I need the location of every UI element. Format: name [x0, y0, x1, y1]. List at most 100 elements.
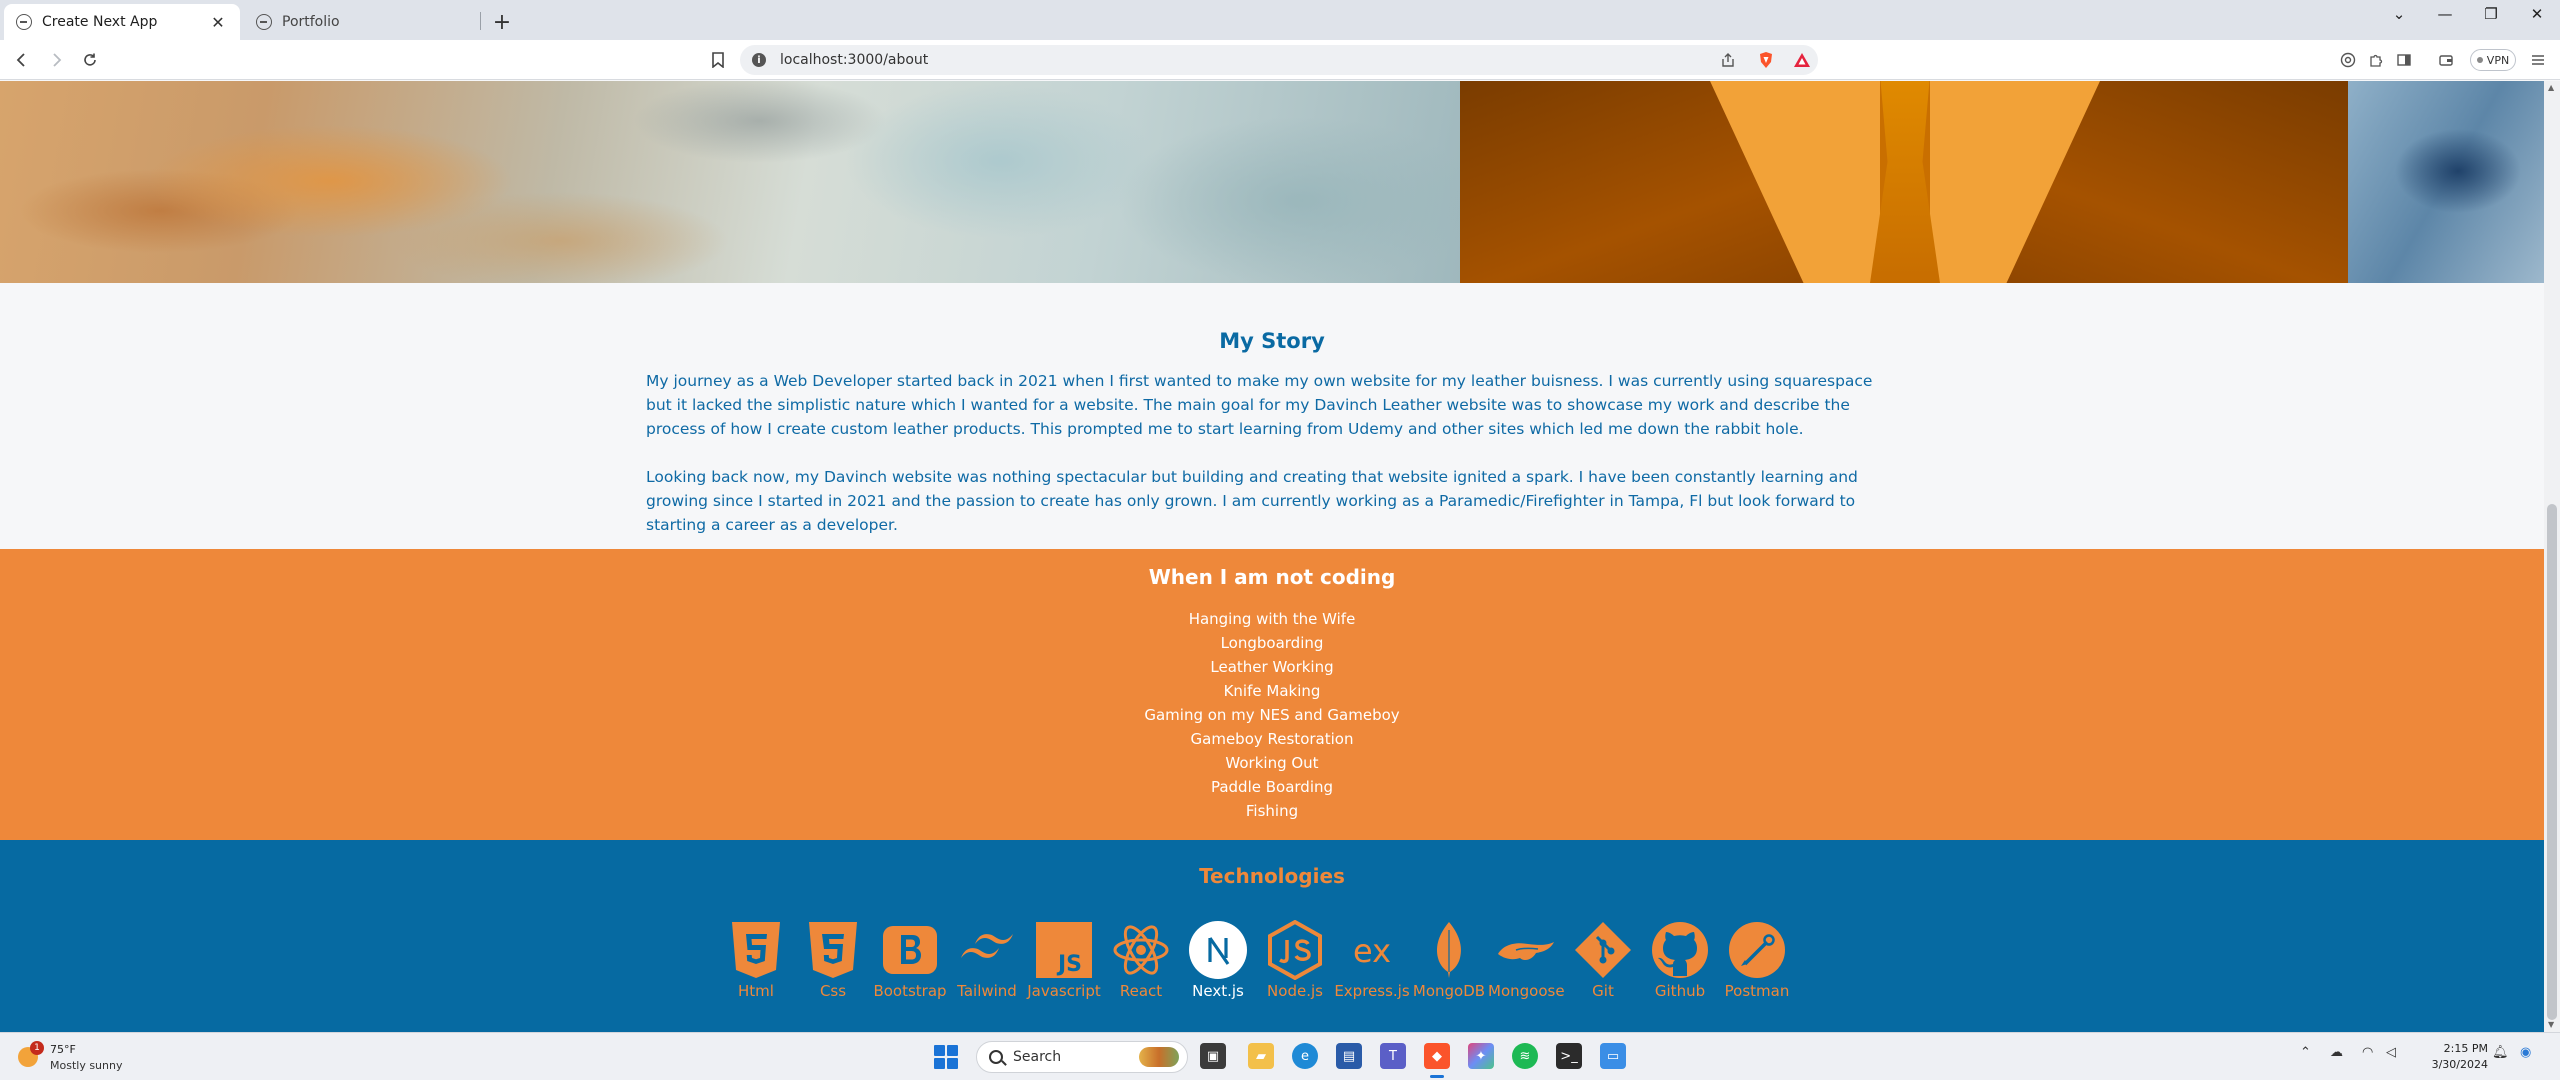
- taskbar-search[interactable]: Search: [976, 1041, 1188, 1073]
- show-hidden-icons-chevron-icon[interactable]: ⌃: [2300, 1045, 2311, 1060]
- task-view-icon[interactable]: ▣: [1200, 1043, 1226, 1069]
- restore-button[interactable]: ❐: [2474, 0, 2508, 28]
- active-app-indicator: [1430, 1075, 1444, 1078]
- tech-tailwind[interactable]: Tailwind: [949, 920, 1025, 1000]
- file-explorer-icon[interactable]: ▰: [1248, 1043, 1274, 1069]
- puzzle-extensions-icon[interactable]: [2364, 48, 2388, 72]
- copilot-icon[interactable]: ◉: [2520, 1045, 2531, 1060]
- tech-express[interactable]: ex Express.js: [1334, 920, 1410, 1000]
- my-story-section: My Story My journey as a Web Developer s…: [0, 283, 2544, 549]
- tech-nextjs[interactable]: Next.js: [1180, 920, 1256, 1000]
- tech-label: Next.js: [1192, 982, 1244, 1000]
- tech-label: Git: [1592, 982, 1614, 1000]
- postman-icon: [1729, 922, 1785, 978]
- hobby-item: Gameboy Restoration: [1190, 730, 1354, 748]
- forward-button[interactable]: [42, 46, 70, 74]
- hobby-item: Hanging with the Wife: [1188, 610, 1356, 628]
- teams-icon[interactable]: T: [1380, 1043, 1406, 1069]
- url-text[interactable]: localhost:3000/about: [780, 52, 928, 68]
- nodejs-icon: [1268, 920, 1322, 980]
- vpn-button[interactable]: VPN: [2470, 49, 2516, 71]
- scrollbar-thumb[interactable]: [2547, 504, 2557, 1020]
- onedrive-cloud-icon[interactable]: ☁: [2330, 1045, 2343, 1060]
- tech-label: Postman: [1724, 982, 1790, 1000]
- wallet-icon[interactable]: [2434, 48, 2458, 72]
- sidebar-icon[interactable]: [2392, 48, 2416, 72]
- address-bar[interactable]: i localhost:3000/about: [740, 45, 1818, 75]
- tech-label: Javascript: [1027, 982, 1101, 1000]
- minimize-button[interactable]: —: [2428, 0, 2462, 28]
- javascript-icon: JS: [1036, 922, 1092, 978]
- tech-postman[interactable]: Postman: [1719, 920, 1795, 1000]
- close-window-button[interactable]: ✕: [2520, 0, 2554, 28]
- git-icon: [1575, 922, 1631, 978]
- svg-text:JS: JS: [1056, 952, 1082, 977]
- brave-browser-icon[interactable]: ◆: [1424, 1043, 1450, 1069]
- page-viewport: My Story My journey as a Web Developer s…: [0, 81, 2544, 1032]
- volume-icon[interactable]: ◁: [2386, 1045, 2396, 1060]
- weather-widget[interactable]: 1 75°F Mostly sunny: [18, 1039, 178, 1075]
- hobby-item: Paddle Boarding: [1210, 778, 1334, 796]
- tech-label: Bootstrap: [873, 982, 947, 1000]
- tech-nodejs[interactable]: Node.js: [1257, 920, 1333, 1000]
- nextjs-icon: [1189, 921, 1247, 979]
- tech-css[interactable]: Css: [795, 920, 871, 1000]
- svg-text:ex: ex: [1353, 932, 1391, 970]
- taskbar-clock[interactable]: 2:15 PM 3/30/2024: [2418, 1041, 2488, 1073]
- scroll-down-arrow-icon[interactable]: ▼: [2548, 1020, 2554, 1029]
- notification-badge: 1: [30, 1041, 44, 1055]
- story-paragraph-1: My journey as a Web Developer started ba…: [646, 372, 1873, 438]
- react-icon: [1113, 925, 1169, 975]
- reload-button[interactable]: [76, 46, 104, 74]
- tab-search-dropdown-icon[interactable]: ⌄: [2382, 0, 2416, 28]
- extensions-wallet-icon[interactable]: [2336, 48, 2360, 72]
- tech-git[interactable]: Git: [1565, 920, 1641, 1000]
- scroll-up-arrow-icon[interactable]: ▲: [2548, 83, 2554, 92]
- wifi-icon[interactable]: ◠: [2362, 1045, 2373, 1060]
- brave-shields-icon[interactable]: [1754, 48, 1778, 72]
- technologies-section: Technologies Html Css Bootstrap Tailwind…: [0, 840, 2544, 1032]
- site-info-icon[interactable]: i: [752, 53, 766, 67]
- tech-mongoose[interactable]: Mongoose: [1488, 920, 1565, 1000]
- hero-banner: [0, 81, 2544, 283]
- browser-tab-strip: Create Next App ✕ Portfolio + ⌄ — ❐ ✕: [0, 0, 2560, 40]
- new-tab-button[interactable]: +: [488, 8, 516, 36]
- css3-icon: [809, 922, 857, 978]
- tech-bootstrap[interactable]: Bootstrap: [872, 920, 948, 1000]
- spotify-icon[interactable]: ≋: [1512, 1043, 1538, 1069]
- hobby-item: Knife Making: [1223, 682, 1321, 700]
- share-icon[interactable]: [1716, 48, 1740, 72]
- back-button[interactable]: [8, 46, 36, 74]
- tech-javascript[interactable]: JS Javascript: [1026, 920, 1102, 1000]
- menu-icon[interactable]: [2526, 48, 2550, 72]
- brave-rewards-icon[interactable]: [1790, 48, 1814, 72]
- tab-portfolio[interactable]: Portfolio: [244, 4, 480, 40]
- weather-condition: Mostly sunny: [50, 1059, 123, 1072]
- page-scrollbar[interactable]: ▲ ▼: [2544, 81, 2560, 1032]
- tab-divider: [480, 12, 481, 30]
- arrow-left-icon: [16, 53, 25, 67]
- globe-icon: [16, 14, 32, 30]
- edge-icon[interactable]: e: [1292, 1043, 1318, 1069]
- bookmark-button[interactable]: [706, 48, 730, 72]
- technologies-icon-row: Html Css Bootstrap Tailwind JS Javascrip…: [718, 920, 1848, 1012]
- taskbar-search-placeholder: Search: [1013, 1049, 1062, 1065]
- tech-label: Github: [1654, 982, 1706, 1000]
- github-icon: [1652, 922, 1708, 978]
- windows-start-icon[interactable]: [934, 1045, 958, 1069]
- close-tab-icon[interactable]: ✕: [208, 12, 228, 32]
- tech-html[interactable]: Html: [718, 920, 794, 1000]
- tech-github[interactable]: Github: [1642, 920, 1718, 1000]
- tab-create-next-app[interactable]: Create Next App ✕: [4, 4, 240, 40]
- store-icon[interactable]: ▤: [1336, 1043, 1362, 1069]
- app-window-icon[interactable]: ▭: [1600, 1043, 1626, 1069]
- tech-label: Node.js: [1267, 982, 1323, 1000]
- html5-icon: [732, 922, 780, 978]
- hobbies-section: When I am not coding Hanging with the Wi…: [0, 549, 2544, 840]
- notification-bell-icon[interactable]: 🔔︎: [2492, 1045, 2509, 1060]
- tech-mongodb[interactable]: MongoDB: [1411, 920, 1487, 1000]
- tech-react[interactable]: React: [1103, 920, 1179, 1000]
- terminal-icon[interactable]: >_: [1556, 1043, 1582, 1069]
- color-picker-app-icon[interactable]: ✦: [1468, 1043, 1494, 1069]
- hobby-item: Leather Working: [1210, 658, 1334, 676]
